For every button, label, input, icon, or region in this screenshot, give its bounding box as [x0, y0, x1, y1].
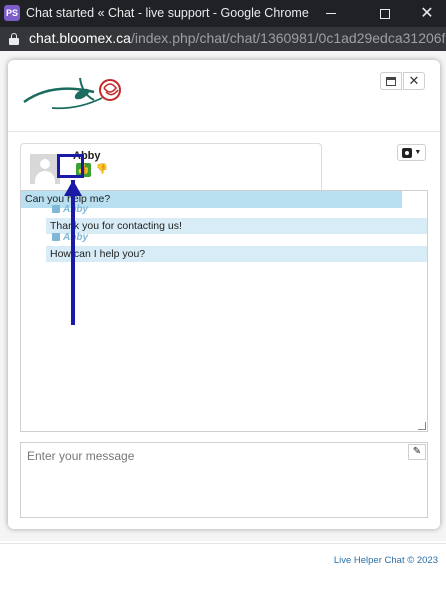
user-icon [52, 233, 60, 241]
arrow-annotation [71, 180, 75, 325]
minimize-icon [326, 13, 336, 14]
message-input-box: ✎ [20, 442, 428, 518]
thumbs-down-icon[interactable]: 👎 [95, 163, 109, 177]
gear-icon [401, 147, 412, 158]
app-icon: PS [4, 5, 20, 21]
operator-message: Thank you for contacting us! [46, 218, 427, 234]
user-icon [52, 205, 60, 213]
popout-button[interactable] [380, 72, 402, 90]
settings-dropdown-button[interactable]: ▼ [397, 144, 426, 161]
arrow-head-icon [64, 180, 82, 196]
highlight-box [57, 154, 84, 178]
close-icon: ✕ [420, 4, 434, 22]
browser-title-bar: PS Chat started « Chat - live support - … [0, 0, 446, 27]
address-bar[interactable]: chat.bloomex.ca/index.php/chat/chat/1360… [0, 27, 446, 51]
message-list[interactable]: Can you help me? Abby Thank you for cont… [20, 190, 428, 432]
window-title: Chat started « Chat - live support - Goo… [26, 6, 309, 20]
pencil-icon[interactable]: ✎ [408, 444, 426, 460]
message-author: Abby [52, 232, 88, 243]
avatar [30, 154, 60, 184]
maximize-icon [380, 8, 390, 19]
minimize-button[interactable] [308, 0, 354, 27]
url-host: chat.bloomex.ca [29, 30, 131, 46]
close-window-button[interactable]: ✕ [404, 0, 446, 27]
url-path: /index.php/chat/chat/1360981/0c1ad29edca… [130, 30, 446, 46]
message-author: Abby [52, 204, 88, 215]
caret-down-icon: ▼ [414, 149, 422, 156]
popout-icon [386, 77, 396, 86]
rose-logo [23, 77, 121, 110]
footer-divider [0, 543, 446, 544]
footer-credit[interactable]: Live Helper Chat © 2023 [334, 555, 438, 566]
lock-icon [9, 33, 19, 45]
resize-handle[interactable] [418, 422, 426, 430]
close-icon: ✕ [408, 73, 420, 88]
maximize-button[interactable] [362, 0, 408, 27]
url-text[interactable]: chat.bloomex.ca/index.php/chat/chat/1360… [29, 30, 446, 46]
close-chat-button[interactable]: ✕ [403, 72, 425, 90]
widget-header: ✕ [8, 60, 440, 132]
operator-message: How can I help you? [46, 246, 427, 262]
message-input[interactable] [21, 443, 427, 517]
